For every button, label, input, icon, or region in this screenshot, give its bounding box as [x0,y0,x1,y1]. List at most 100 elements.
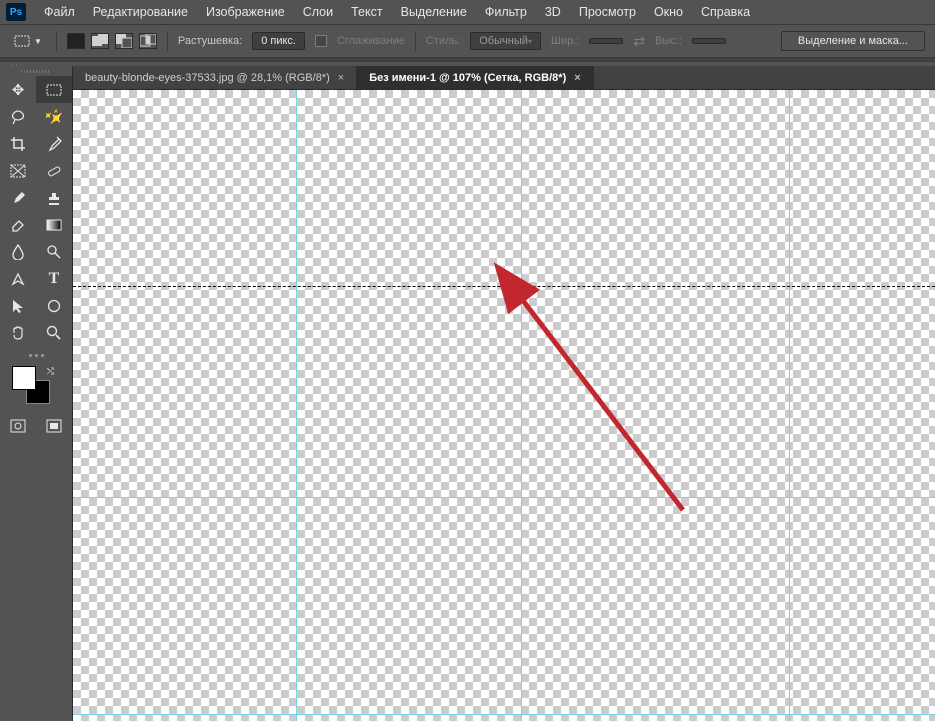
zoom-tool[interactable] [36,319,72,346]
menu-select[interactable]: Выделение [393,2,475,22]
document-area: beauty-blonde-eyes-37533.jpg @ 28,1% (RG… [73,66,935,721]
menu-3d[interactable]: 3D [537,2,569,22]
chevron-down-icon: ▼ [34,37,42,46]
antialias-label: Сглаживание [337,35,405,47]
lasso-icon [10,109,26,125]
divider [167,31,168,51]
transparent-canvas [73,90,935,721]
selection-add-icon[interactable] [91,33,109,49]
menu-bar: Ps Файл Редактирование Изображение Слои … [0,0,935,24]
tab-label: Без имени-1 @ 107% (Сетка, RGB/8*) [369,72,566,84]
shape-tool[interactable] [36,292,72,319]
document-tabs: beauty-blonde-eyes-37533.jpg @ 28,1% (RG… [73,66,935,90]
guide-vertical[interactable] [789,90,790,721]
bandage-icon [46,163,62,179]
menu-file[interactable]: Файл [36,2,83,22]
gradient-tool[interactable] [36,211,72,238]
select-and-mask-button[interactable]: Выделение и маска... [781,31,925,51]
ellipse-icon [47,299,61,313]
foreground-color[interactable] [12,366,36,390]
height-label: Выс.: [655,35,682,47]
menu-edit[interactable]: Редактирование [85,2,196,22]
healing-brush-tool[interactable] [36,157,72,184]
document-tab[interactable]: beauty-blonde-eyes-37533.jpg @ 28,1% (RG… [73,66,357,89]
blur-tool[interactable] [0,238,36,265]
close-icon[interactable]: × [338,72,344,84]
crop-icon [10,136,26,152]
eraser-icon [10,217,26,233]
crop-tool[interactable] [0,130,36,157]
height-input[interactable] [692,38,726,44]
options-bar: ▼ Растушевка: 0 пикс. Сглаживание Стиль:… [0,24,935,58]
dodge-icon [46,244,62,260]
frame-tool[interactable] [0,157,36,184]
screen-mode-tool[interactable] [46,416,62,436]
eraser-tool[interactable] [0,211,36,238]
feather-label: Растушевка: [178,35,242,47]
menu-image[interactable]: Изображение [198,2,293,22]
tab-label: beauty-blonde-eyes-37533.jpg @ 28,1% (RG… [85,72,330,84]
menu-view[interactable]: Просмотр [571,2,644,22]
eyedropper-icon [46,136,62,152]
guide-vertical[interactable] [521,90,522,721]
tool-preset-picker[interactable]: ▼ [10,33,46,49]
zoom-icon [46,325,62,341]
move-icon: ✥ [12,81,25,99]
type-tool[interactable]: T [36,265,72,292]
brush-tool[interactable] [0,184,36,211]
quick-mask-tool[interactable] [10,416,26,436]
feather-input[interactable]: 0 пикс. [252,32,305,50]
dodge-tool[interactable] [36,238,72,265]
panel-grip[interactable] [0,66,72,76]
color-swatches[interactable]: ⤭ [12,366,56,406]
edit-toolbar-icon[interactable] [0,350,72,360]
menu-filter[interactable]: Фильтр [477,2,535,22]
antialias-checkbox[interactable] [315,35,327,47]
selection-subtract-icon[interactable] [115,33,133,49]
hand-icon [10,325,26,341]
swap-wh-icon[interactable]: ⇄ [633,33,645,50]
menu-layers[interactable]: Слои [295,2,341,22]
wand-icon: ✨ [41,104,67,130]
stamp-icon [46,190,62,206]
guide-horizontal[interactable] [73,497,935,498]
guide-vertical[interactable] [296,90,297,721]
drop-icon [11,244,25,260]
menu-window[interactable]: Окно [646,2,691,22]
quickmask-icon [10,419,26,433]
swap-colors-icon[interactable]: ⤭ [47,366,54,377]
lasso-tool[interactable] [0,103,36,130]
canvas-viewport[interactable] [73,90,935,721]
move-tool[interactable]: ✥ [0,76,36,103]
document-tab[interactable]: Без имени-1 @ 107% (Сетка, RGB/8*) × [357,66,593,89]
marquee-icon [46,84,62,96]
clone-stamp-tool[interactable] [36,184,72,211]
divider [415,31,416,51]
marquee-tool[interactable] [36,76,72,103]
gradient-icon [46,219,62,231]
meta-strip [0,58,935,62]
selection-intersect-icon[interactable] [139,33,157,49]
selection-new-icon[interactable] [67,33,85,49]
style-dropdown[interactable]: Обычный ▾ [470,32,541,50]
type-icon: T [49,270,60,288]
width-label: Шир.: [551,35,579,47]
marquee-icon [14,35,30,47]
width-input[interactable] [589,38,623,44]
pen-tool[interactable] [0,265,36,292]
style-label: Стиль: [426,35,460,47]
tools-panel: ✥ ✨ [0,66,73,721]
arrow-cursor-icon [11,298,25,314]
style-value: Обычный [479,35,528,47]
hand-tool[interactable] [0,319,36,346]
frame-icon [10,164,26,178]
magic-wand-tool[interactable]: ✨ [36,103,72,130]
chevron-down-icon: ▾ [528,37,532,46]
menu-help[interactable]: Справка [693,2,758,22]
marquee-selection-edge [73,286,935,287]
menu-text[interactable]: Текст [343,2,390,22]
close-icon[interactable]: × [574,72,580,84]
path-selection-tool[interactable] [0,292,36,319]
eyedropper-tool[interactable] [36,130,72,157]
guide-horizontal[interactable] [73,714,935,715]
